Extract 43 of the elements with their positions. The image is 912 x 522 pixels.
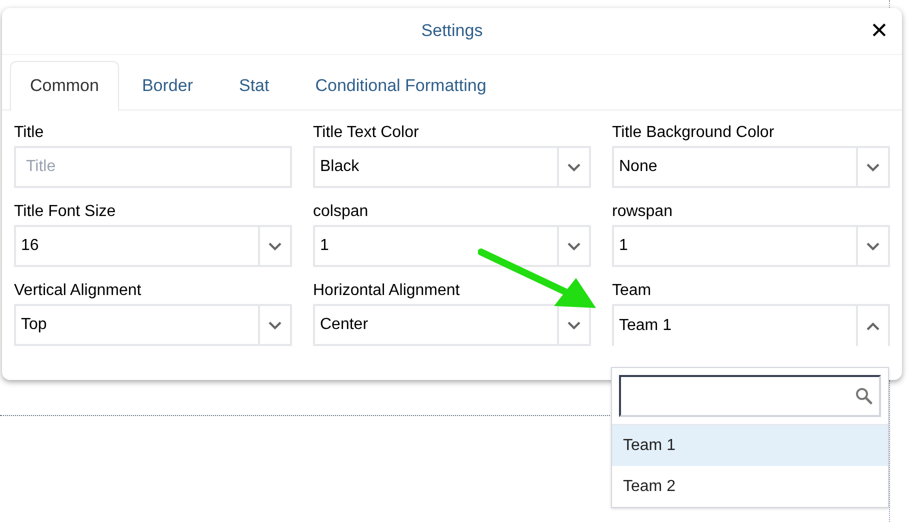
select-field[interactable]: None (612, 146, 890, 188)
search-field[interactable] (619, 375, 881, 417)
dropdown-option[interactable]: Team 1 (612, 425, 888, 466)
select-value: 1 (618, 236, 629, 256)
field-label: Title Background Color (612, 123, 776, 143)
chevron-down-icon (866, 162, 880, 172)
chevron-down-icon (268, 242, 282, 250)
chevron-down-icon (567, 320, 581, 330)
dialog-title: Settings (421, 20, 483, 42)
field-label: Title (14, 123, 45, 143)
select-field[interactable]: 16 (14, 225, 292, 267)
select-value: Top (20, 315, 48, 335)
input-field[interactable]: Title (14, 146, 292, 188)
tab[interactable]: Common (10, 61, 119, 111)
tab[interactable]: Conditional Formatting (292, 61, 510, 111)
dropdown-option[interactable]: Team 2 (612, 466, 888, 507)
select-field[interactable]: Top (14, 304, 292, 346)
chevron-down-icon (567, 162, 581, 172)
field-label: Team (612, 281, 652, 301)
select-value: Center (319, 315, 370, 335)
chevron-down-icon (567, 242, 581, 250)
tab[interactable]: Border (118, 61, 216, 111)
select-value: Black (319, 157, 360, 177)
search-icon (855, 387, 873, 405)
select-field[interactable]: 1 (313, 225, 591, 267)
field-label: Horizontal Alignment (313, 281, 461, 301)
select-field[interactable]: Black (313, 146, 591, 188)
select-field[interactable]: 1 (612, 225, 890, 267)
select-value: 16 (20, 236, 40, 256)
select-value: None (618, 157, 658, 177)
chevron-down-icon (866, 242, 880, 250)
field-label: Title Text Color (313, 123, 420, 143)
close-button[interactable]: ✕ (870, 20, 888, 42)
chevron-up-icon (866, 322, 880, 330)
select-value: 1 (319, 236, 330, 256)
select-value: Team 1 (618, 316, 672, 336)
select-field[interactable]: Team 1 (612, 304, 890, 346)
field-label: Title Font Size (14, 202, 117, 222)
field-label: rowspan (612, 202, 674, 222)
field-label: colspan (313, 202, 370, 222)
field-label: Vertical Alignment (14, 281, 142, 301)
tab[interactable]: Stat (216, 61, 292, 111)
chevron-down-icon (268, 320, 282, 330)
